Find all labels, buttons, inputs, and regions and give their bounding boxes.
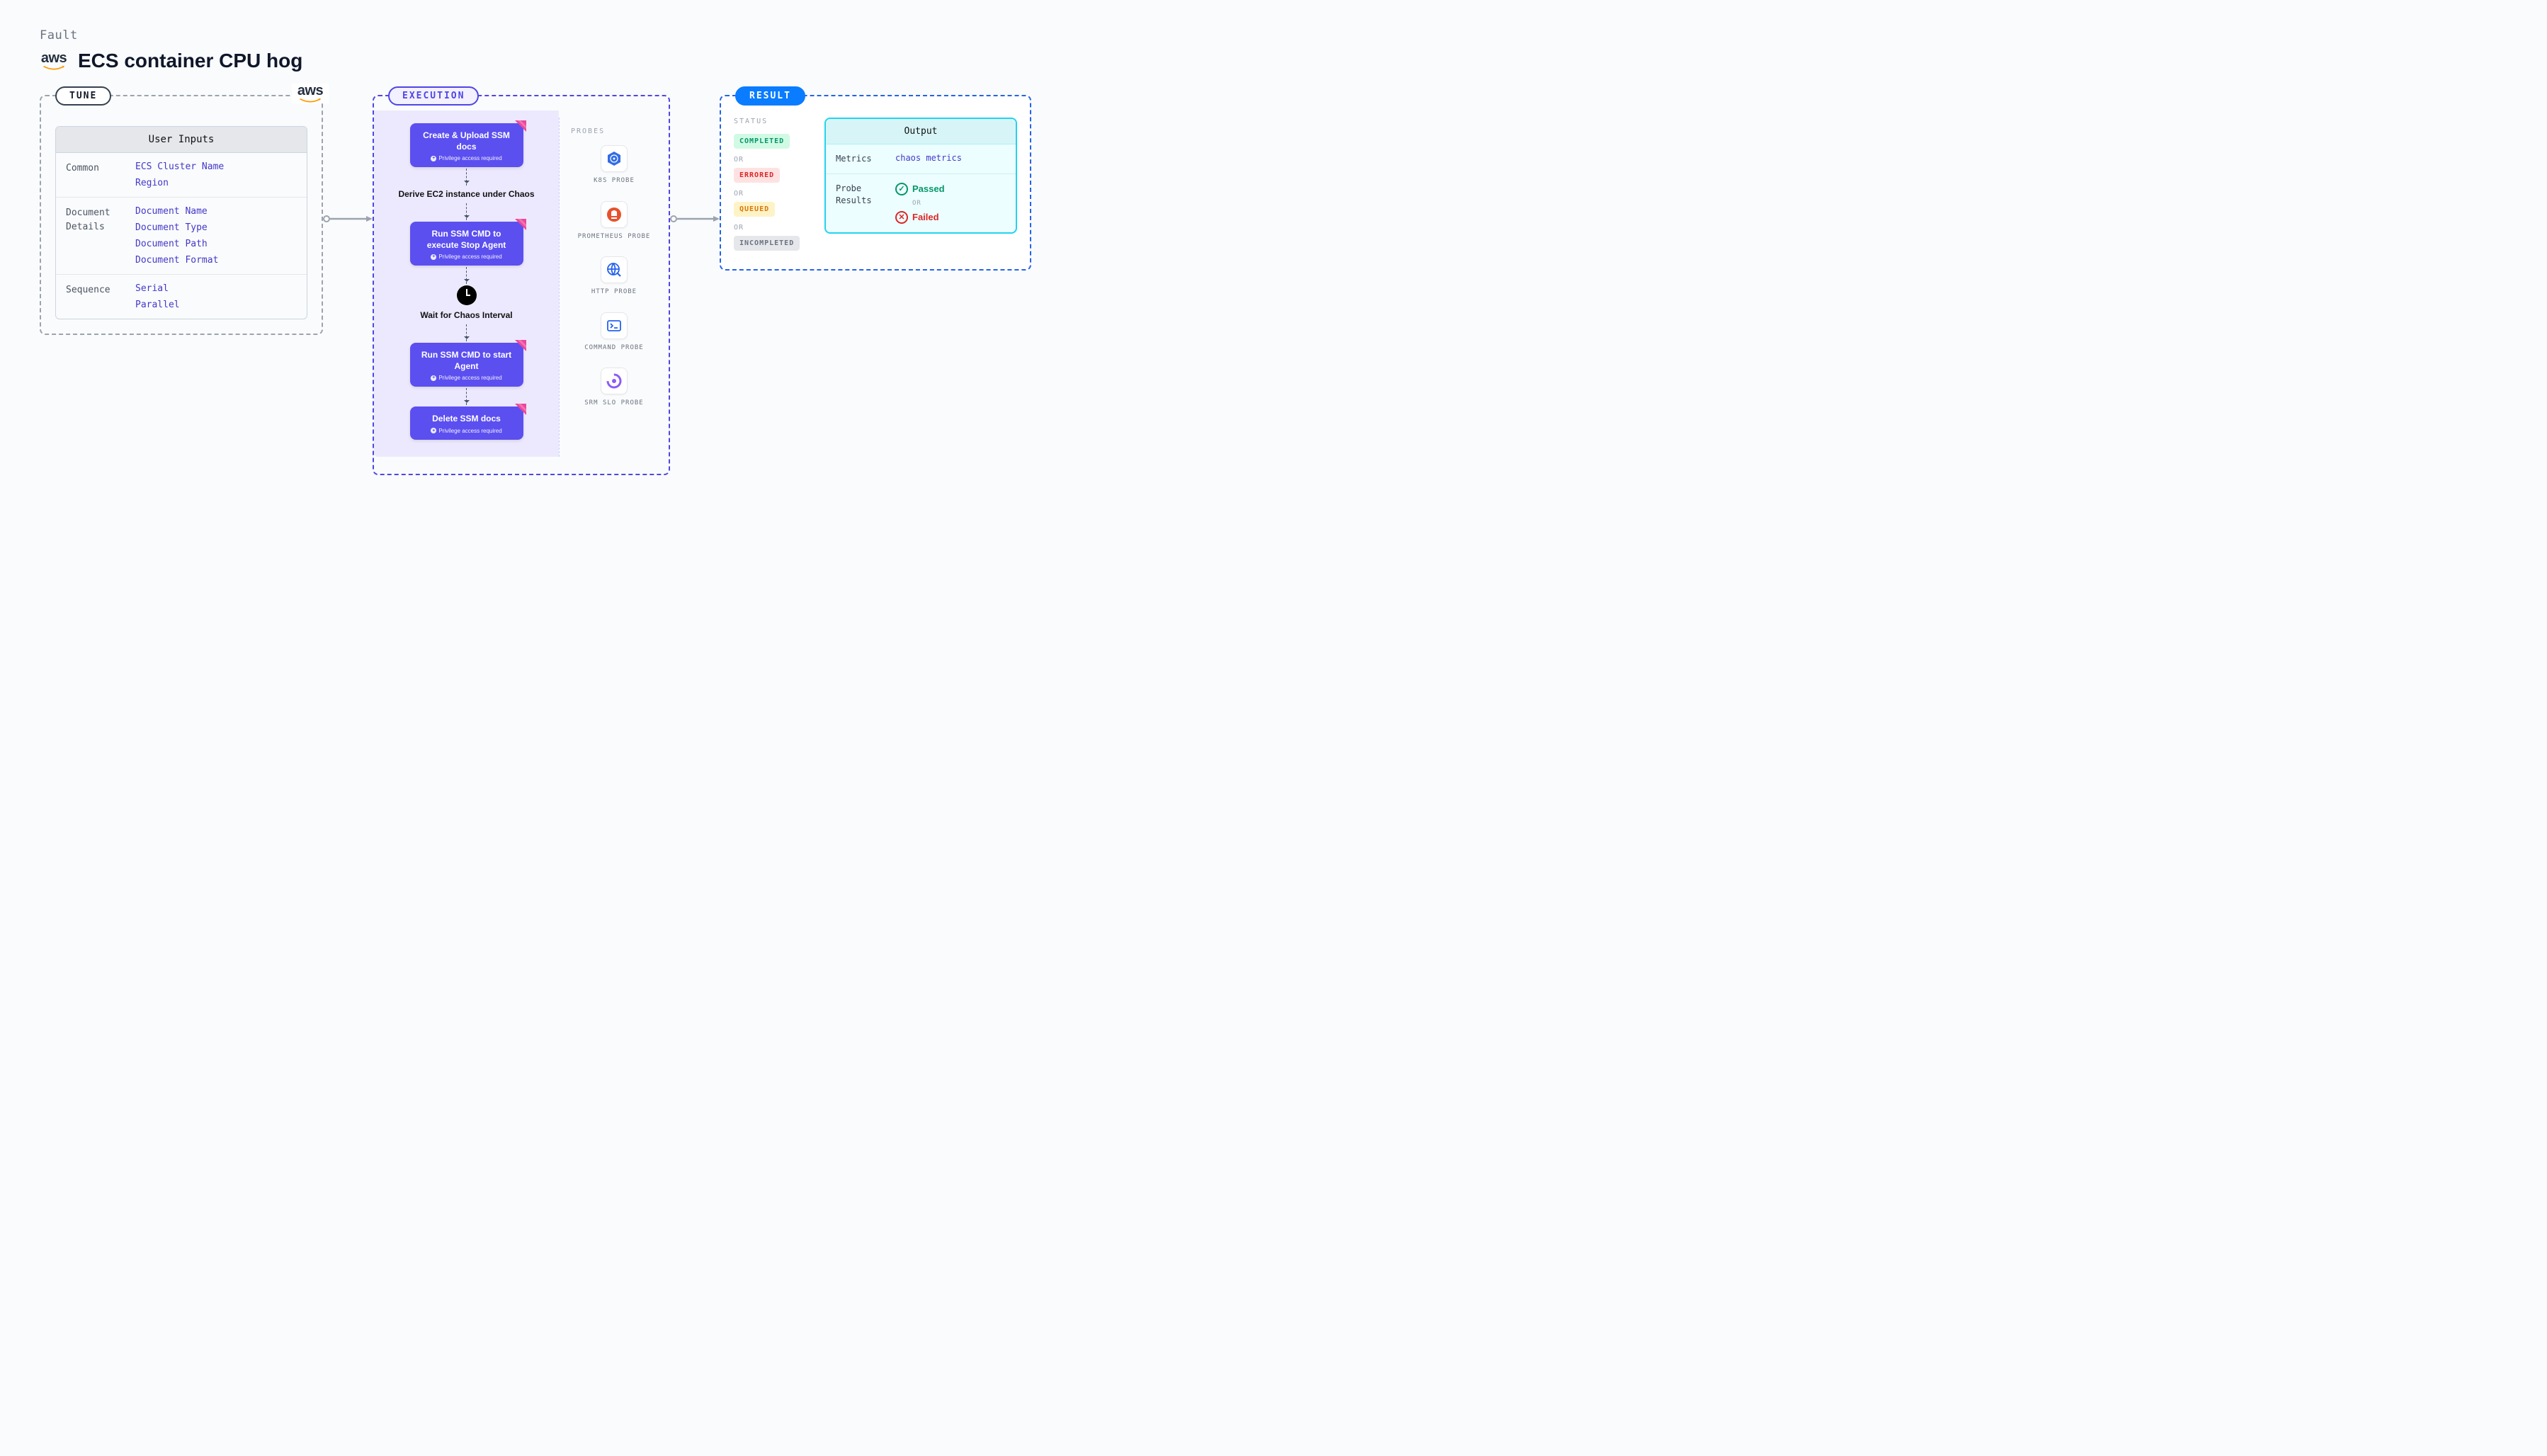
- flow-arrow-icon: [466, 388, 467, 405]
- inputs-section-common: Common ECS Cluster Name Region: [56, 153, 307, 198]
- flow-arrow-icon: [466, 324, 467, 341]
- inputs-card-title: User Inputs: [56, 127, 307, 153]
- terminal-icon: [606, 317, 623, 334]
- step-title: Run SSM CMD to execute Stop Agent: [420, 229, 514, 251]
- flow-arrow-icon: [466, 267, 467, 284]
- probe-prometheus: PROMETHEUS PROBE: [567, 201, 662, 241]
- step-derive-ec2: Derive EC2 instance under Chaos: [398, 187, 534, 202]
- section-label: Sequence: [66, 283, 123, 310]
- execution-panel: EXECUTION Create & Upload SSM docs +Priv…: [373, 95, 670, 475]
- flow-arrow-icon: [466, 203, 467, 220]
- or-separator: OR: [734, 156, 812, 164]
- x-icon: ✕: [895, 211, 908, 224]
- result-panel: RESULT STATUS COMPLETED OR ERRORED OR QU…: [720, 95, 1031, 271]
- gauge-icon: [606, 372, 623, 389]
- tune-label: TUNE: [55, 86, 111, 106]
- status-errored-badge: ERRORED: [734, 168, 780, 183]
- step-title: Run SSM CMD to start Agent: [420, 350, 514, 372]
- user-inputs-card: User Inputs Common ECS Cluster Name Regi…: [55, 126, 307, 319]
- page-title: ECS container CPU hog: [78, 50, 302, 72]
- output-probe-results-row: Probe Results ✓ Passed OR ✕ Failed: [826, 174, 1016, 232]
- or-separator: OR: [912, 200, 945, 207]
- failed-label: Failed: [912, 212, 939, 222]
- aws-logo-icon: aws: [292, 84, 329, 103]
- input-item: Region: [135, 178, 224, 188]
- connector-arrow: [670, 215, 720, 222]
- metrics-value: chaos metrics: [895, 153, 962, 163]
- ribbon-icon: [515, 340, 526, 351]
- step-title: Delete SSM docs: [420, 414, 514, 425]
- connector-arrow: [323, 215, 373, 222]
- result-label: RESULT: [735, 86, 805, 106]
- step-delete-ssm: Delete SSM docs +Privilege access requir…: [410, 406, 523, 440]
- privilege-note: +Privilege access required: [420, 428, 514, 434]
- aws-logo-icon: aws: [40, 51, 68, 71]
- ribbon-icon: [515, 120, 526, 132]
- inputs-section-document: Document Details Document Name Document …: [56, 198, 307, 275]
- k8s-icon: [606, 150, 623, 167]
- probe-k8s: K8S PROBE: [567, 145, 662, 186]
- probe-result-passed: ✓ Passed: [895, 183, 945, 195]
- input-item: Document Type: [135, 222, 218, 233]
- prometheus-icon: [606, 206, 623, 223]
- probe-command: COMMAND PROBE: [567, 312, 662, 353]
- input-item: Document Path: [135, 239, 218, 249]
- probe-label: HTTP PROBE: [591, 288, 637, 297]
- passed-label: Passed: [912, 183, 945, 194]
- clock-icon: [457, 285, 477, 305]
- ribbon-icon: [515, 219, 526, 230]
- status-completed-badge: COMPLETED: [734, 134, 790, 149]
- step-title: Create & Upload SSM docs: [420, 130, 514, 152]
- input-item: ECS Cluster Name: [135, 161, 224, 172]
- inputs-section-sequence: Sequence Serial Parallel: [56, 275, 307, 319]
- output-card: Output Metrics chaos metrics Probe Resul…: [824, 118, 1017, 234]
- status-incompleted-badge: INCOMPLETED: [734, 236, 800, 251]
- step-wait-chaos: Wait for Chaos Interval: [420, 308, 512, 323]
- or-separator: OR: [734, 224, 812, 232]
- tune-panel: TUNE aws User Inputs Common ECS Cluster …: [40, 95, 323, 335]
- probes-title: PROBES: [567, 127, 662, 135]
- probe-result-failed: ✕ Failed: [895, 211, 945, 224]
- step-run-ssm-stop: Run SSM CMD to execute Stop Agent +Privi…: [410, 222, 523, 266]
- diagram-container: TUNE aws User Inputs Common ECS Cluster …: [40, 95, 2507, 475]
- input-item: Document Format: [135, 255, 218, 266]
- section-label: Common: [66, 161, 123, 188]
- section-label: Document Details: [66, 206, 123, 266]
- privilege-note: +Privilege access required: [420, 155, 514, 161]
- probe-http: HTTP PROBE: [567, 256, 662, 297]
- check-icon: ✓: [895, 183, 908, 195]
- step-create-upload-ssm: Create & Upload SSM docs +Privilege acce…: [410, 123, 523, 167]
- probes-column: PROBES K8S PROBE PROMETHEUS PROBE HTTP P…: [559, 118, 669, 457]
- probe-label: K8S PROBE: [594, 176, 635, 186]
- metrics-label: Metrics: [836, 153, 885, 165]
- privilege-note: +Privilege access required: [420, 254, 514, 260]
- input-item: Parallel: [135, 300, 180, 310]
- input-item: Document Name: [135, 206, 218, 217]
- probe-label: SRM SLO PROBE: [584, 399, 643, 408]
- status-queued-badge: QUEUED: [734, 202, 775, 217]
- privilege-note: +Privilege access required: [420, 375, 514, 381]
- output-title: Output: [826, 119, 1016, 144]
- probe-srm-slo: SRM SLO PROBE: [567, 368, 662, 408]
- probe-label: PROMETHEUS PROBE: [578, 232, 651, 241]
- status-title: STATUS: [734, 118, 812, 125]
- flow-arrow-icon: [466, 169, 467, 186]
- step-run-ssm-start: Run SSM CMD to start Agent +Privilege ac…: [410, 343, 523, 387]
- status-column: STATUS COMPLETED OR ERRORED OR QUEUED OR…: [734, 118, 812, 254]
- input-item: Serial: [135, 283, 180, 294]
- execution-flow: Create & Upload SSM docs +Privilege acce…: [374, 110, 559, 457]
- ribbon-icon: [515, 404, 526, 415]
- output-metrics-row: Metrics chaos metrics: [826, 144, 1016, 174]
- fault-label: Fault: [40, 28, 2507, 42]
- probe-label: COMMAND PROBE: [584, 343, 643, 353]
- probe-results-label: Probe Results: [836, 183, 885, 207]
- page-header: Fault aws ECS container CPU hog: [40, 28, 2507, 72]
- globe-icon: [606, 261, 623, 278]
- execution-label: EXECUTION: [388, 86, 479, 106]
- or-separator: OR: [734, 190, 812, 198]
